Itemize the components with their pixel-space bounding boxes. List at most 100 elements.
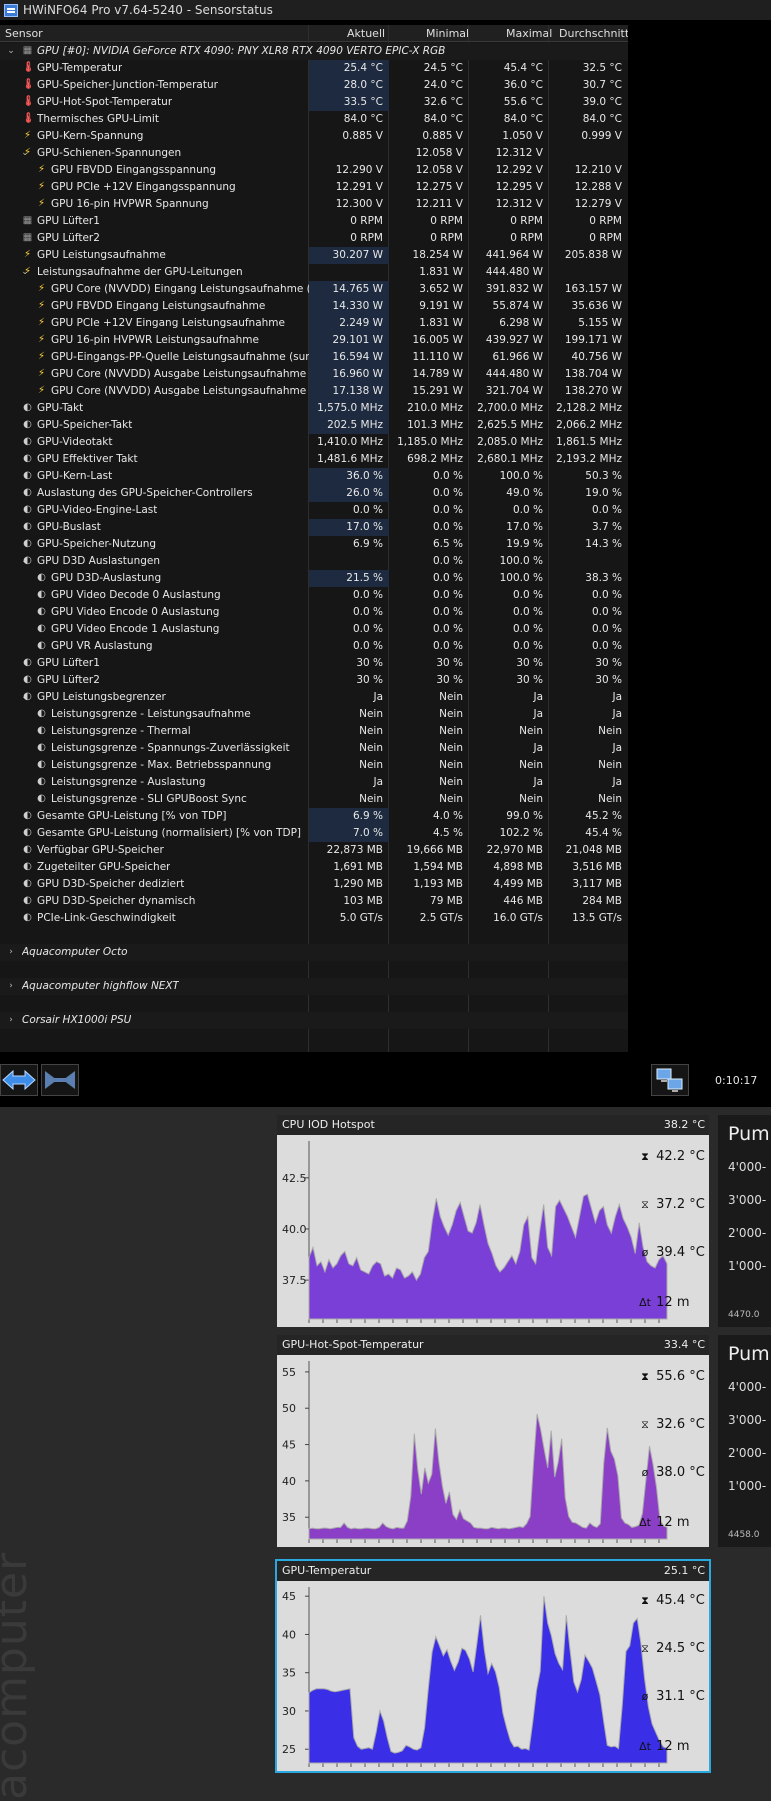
sensor-row[interactable]: ◐ Leistungsgrenze - Spannungs-Zuverlässig… — [0, 740, 628, 757]
sensor-row[interactable]: ◐ Gesamte GPU-Leistung [% von TDP] 6.9 % 4.… — [0, 808, 628, 825]
sensor-row[interactable]: ⚡ GPU Leistungsaufnahme 30.207 W 18.254 W 44… — [0, 247, 628, 264]
window-title: HWiNFO64 Pro v7.64-5240 - Sensorstatus — [23, 3, 273, 17]
chevron-right-icon[interactable]: › — [6, 946, 16, 958]
sensor-row[interactable]: ◐ GPU-Videotakt 1,410.0 MHz 1,185.0 MHz 2,08… — [0, 434, 628, 451]
sensor-row[interactable]: ◐ Auslastung des GPU-Speicher-Controllers… — [0, 485, 628, 502]
sensor-row[interactable]: ◐ GPU VR Auslastung 0.0 % 0.0 % 0.0 % 0.0 % — [0, 638, 628, 655]
sensor-row[interactable]: ◐ GPU-Video-Engine-Last 0.0 % 0.0 % 0.0 % 0.0… — [0, 502, 628, 519]
sensor-row[interactable]: ◐ Leistungsgrenze - Thermal Nein Nein Nein Ne… — [0, 723, 628, 740]
value-max: 16.0 GT/s — [493, 912, 543, 924]
sensor-group-row[interactable]: › Aquacomputer Octo — [0, 944, 628, 961]
sensor-row[interactable]: ⚡ GPU Core (NVVDD) Eingang Leistungsaufna… — [0, 281, 628, 298]
row-spacer — [0, 927, 628, 944]
sensor-row[interactable]: ◐ Leistungsgrenze - Max. Betriebsspannung… — [0, 757, 628, 774]
sensor-row[interactable]: ◐ Leistungsgrenze - Auslastung Ja Nein Ja Ja — [0, 774, 628, 791]
column-max[interactable]: Maximal — [506, 27, 552, 40]
graph-gpu-hot-spot-temperature[interactable]: GPU-Hot-Spot-Temperatur 33.4 °C 55 50 45 40 35… — [277, 1335, 709, 1547]
sensor-row[interactable]: ◐ GPU Lüfter2 30 % 30 % 30 % 30 % — [0, 672, 628, 689]
sensor-row[interactable]: ◐ Zugeteilter GPU-Speicher 1,691 MB 1,594 M… — [0, 859, 628, 876]
sensor-row[interactable]: ⌄ ◐ GPU D3D Auslastungen 0.0 % 100.0 % — [0, 553, 628, 570]
sensor-row[interactable]: ◐ GPU Effektiver Takt 1,481.6 MHz 698.2 MHz… — [0, 451, 628, 468]
expand-collapse-button[interactable] — [0, 1064, 38, 1096]
sensor-row[interactable]: ⚡ GPU PCIe +12V Eingangsspannung 12.291 V 1… — [0, 179, 628, 196]
sensor-row[interactable]: ◐ Leistungsgrenze - SLI GPUBoost Sync Nein… — [0, 791, 628, 808]
value-max: 2,680.1 MHz — [477, 453, 543, 465]
sensor-row[interactable]: 🌡 GPU-Temperatur 25.4 °C 24.5 °C 45.4 °C 32.5… — [0, 60, 628, 77]
value-avg: 0.0 % — [591, 589, 622, 601]
sensor-row[interactable]: ◐ Leistungsgrenze - Leistungsaufnahme Nein… — [0, 706, 628, 723]
chevron-right-icon[interactable]: › — [6, 1014, 16, 1026]
gauge-icon: ◐ — [23, 878, 32, 889]
sensor-row[interactable]: ⚡ GPU 16-pin HVPWR Leistungsaufnahme 29.10… — [0, 332, 628, 349]
sensor-row[interactable]: ◐ Verfügbar GPU-Speicher 22,873 MB 19,666 M… — [0, 842, 628, 859]
graph-gpu-temperature[interactable]: GPU-Temperatur 25.1 °C 45 40 35 30 25 ⧗ 45.4 °C… — [275, 1559, 711, 1773]
y-tick-label: 30 — [282, 1705, 296, 1718]
sensor-row[interactable]: ⚡ GPU FBVDD Eingang Leistungsaufnahme 14.3… — [0, 298, 628, 315]
sensor-label: GPU 16-pin HVPWR Spannung — [51, 198, 209, 210]
sensor-row[interactable]: ◐ PCIe-Link-Geschwindigkeit 5.0 GT/s 2.5 GT… — [0, 910, 628, 927]
sensor-row[interactable]: ⚡ GPU FBVDD Eingangsspannung 12.290 V 12.05… — [0, 162, 628, 179]
sensor-row[interactable]: ⚡ GPU Core (NVVDD) Ausgabe Leistungsaufna… — [0, 383, 628, 400]
sensor-row[interactable]: ⚡ GPU-Eingangs-PP-Quelle Leistungsaufnahm… — [0, 349, 628, 366]
sensor-row[interactable]: ◐ GPU Video Encode 1 Auslastung 0.0 % 0.0 %… — [0, 621, 628, 638]
sensor-group-row[interactable]: › Corsair HX1000i PSU — [0, 1012, 628, 1029]
chevron-down-icon[interactable]: ⌄ — [6, 45, 16, 57]
sensor-row[interactable]: ⌄ ⚡ GPU-Schienen-Spannungen 12.058 V 12.312 … — [0, 145, 628, 162]
column-sensor[interactable]: Sensor — [5, 27, 43, 40]
value-min: 210.0 MHz — [407, 402, 463, 414]
value-current: Ja — [373, 776, 383, 788]
sensor-row[interactable]: ◐ GPU-Kern-Last 36.0 % 0.0 % 100.0 % 50.3 % — [0, 468, 628, 485]
sensor-row[interactable]: ▦ GPU Lüfter1 0 RPM 0 RPM 0 RPM 0 RPM — [0, 213, 628, 230]
pump-graph-card[interactable]: Pump 4'000- 3'000- 2'000- 1'000- 4458.0 — [718, 1335, 771, 1547]
sensor-label: GPU [#0]: NVIDIA GeForce RTX 4090: PNY X… — [37, 45, 446, 57]
sensor-row[interactable]: ⌄ ◐ GPU Leistungsbegrenzer Ja Nein Ja Ja — [0, 689, 628, 706]
gauge-icon: ◐ — [23, 912, 32, 923]
sensor-row[interactable]: ⚡ GPU 16-pin HVPWR Spannung 12.300 V 12.211… — [0, 196, 628, 213]
value-min: 0.0 % — [432, 623, 463, 635]
sensor-row[interactable]: ◐ GPU D3D-Speicher dediziert 1,290 MB 1,193… — [0, 876, 628, 893]
sensor-row[interactable]: ⌄ ⚡ Leistungsaufnahme der GPU-Leitungen 1.8… — [0, 264, 628, 281]
gauge-icon: ◐ — [23, 470, 32, 481]
value-max: 12.312 V — [495, 198, 543, 210]
sensor-row[interactable]: ◐ Gesamte GPU-Leistung (normalisiert) [% … — [0, 825, 628, 842]
sensor-row[interactable]: ◐ GPU-Speicher-Takt 202.5 MHz 101.3 MHz 2,62… — [0, 417, 628, 434]
sensor-row[interactable]: ◐ GPU D3D-Auslastung 21.5 % 0.0 % 100.0 % 38.… — [0, 570, 628, 587]
sensor-row[interactable]: ◐ GPU Video Decode 0 Auslastung 0.0 % 0.0 %… — [0, 587, 628, 604]
lightning-icon: ⚡ — [37, 181, 46, 192]
sensor-row[interactable]: ◐ GPU D3D-Speicher dynamisch 103 MB 79 MB 44… — [0, 893, 628, 910]
collapse-button[interactable] — [41, 1064, 79, 1096]
sensor-row[interactable]: ⚡ GPU Core (NVVDD) Ausgabe Leistungsaufna… — [0, 366, 628, 383]
sensor-label: GPU Video Decode 0 Auslastung — [51, 589, 221, 601]
sensor-row[interactable]: 🌡 GPU-Hot-Spot-Temperatur 33.5 °C 32.6 °C 55… — [0, 94, 628, 111]
column-current[interactable]: Aktuell — [347, 27, 385, 40]
value-avg: Nein — [598, 725, 622, 737]
sensor-row[interactable]: ◐ GPU-Buslast 17.0 % 0.0 % 17.0 % 3.7 % — [0, 519, 628, 536]
sensor-row[interactable]: 🌡 Thermisches GPU-Limit 84.0 °C 84.0 °C 84.0… — [0, 111, 628, 128]
sensor-row[interactable]: ◐ GPU Video Encode 0 Auslastung 0.0 % 0.0 %… — [0, 604, 628, 621]
sensor-label: Leistungsaufnahme der GPU-Leitungen — [37, 266, 243, 278]
stat-value: 37.2 °C — [656, 1197, 705, 1212]
sensor-group-row[interactable]: › Aquacomputer highflow NEXT — [0, 978, 628, 995]
elapsed-timer: 0:10:17 — [715, 1074, 758, 1087]
value-min — [389, 1012, 469, 1029]
chevron-right-icon[interactable]: › — [6, 980, 16, 992]
sensor-row[interactable]: ▦ GPU Lüfter2 0 RPM 0 RPM 0 RPM 0 RPM — [0, 230, 628, 247]
sensor-row[interactable]: ⚡ GPU PCIe +12V Eingang Leistungsaufnahme… — [0, 315, 628, 332]
sensor-row[interactable]: 🌡 GPU-Speicher-Junction-Temperatur 28.0 °C… — [0, 77, 628, 94]
sensor-label: Zugeteilter GPU-Speicher — [37, 861, 171, 873]
graph-cpu-iod-hotspot[interactable]: CPU IOD Hotspot 38.2 °C 42.5 40.0 37.5 ⧗ 42.2… — [277, 1115, 709, 1327]
value-min: Nein — [439, 725, 463, 737]
sensor-row[interactable]: ◐ GPU-Takt 1,575.0 MHz 210.0 MHz 2,700.0 MHz… — [0, 400, 628, 417]
sensor-group-row[interactable]: ⌄ ▦ GPU [#0]: NVIDIA GeForce RTX 4090: PNY… — [0, 43, 628, 60]
sensor-row[interactable]: ⚡ GPU-Kern-Spannung 0.885 V 0.885 V 1.050 V 0… — [0, 128, 628, 145]
column-min[interactable]: Minimal — [426, 27, 469, 40]
sensor-table[interactable]: Sensor Aktuell Minimal Maximal Durchschn… — [0, 25, 628, 1052]
network-monitor-button[interactable] — [651, 1064, 689, 1096]
sensor-row[interactable]: ◐ GPU-Speicher-Nutzung 6.9 % 6.5 % 19.9 % 14.… — [0, 536, 628, 553]
value-current: 29.101 W — [309, 332, 389, 349]
sensor-row[interactable]: ◐ GPU Lüfter1 30 % 30 % 30 % 30 % — [0, 655, 628, 672]
pump-graph-card[interactable]: Pump 4'000- 3'000- 2'000- 1'000- 4470.0 — [718, 1115, 771, 1327]
column-avg[interactable]: Durchschnitt — [559, 27, 628, 40]
sensor-label: GPU Video Encode 0 Auslastung — [51, 606, 220, 618]
graph-plot-area: 45 40 35 30 25 ⧗ 45.4 °C ⧖ 24.5 °C ø 31.1 °C Δt … — [277, 1581, 709, 1771]
